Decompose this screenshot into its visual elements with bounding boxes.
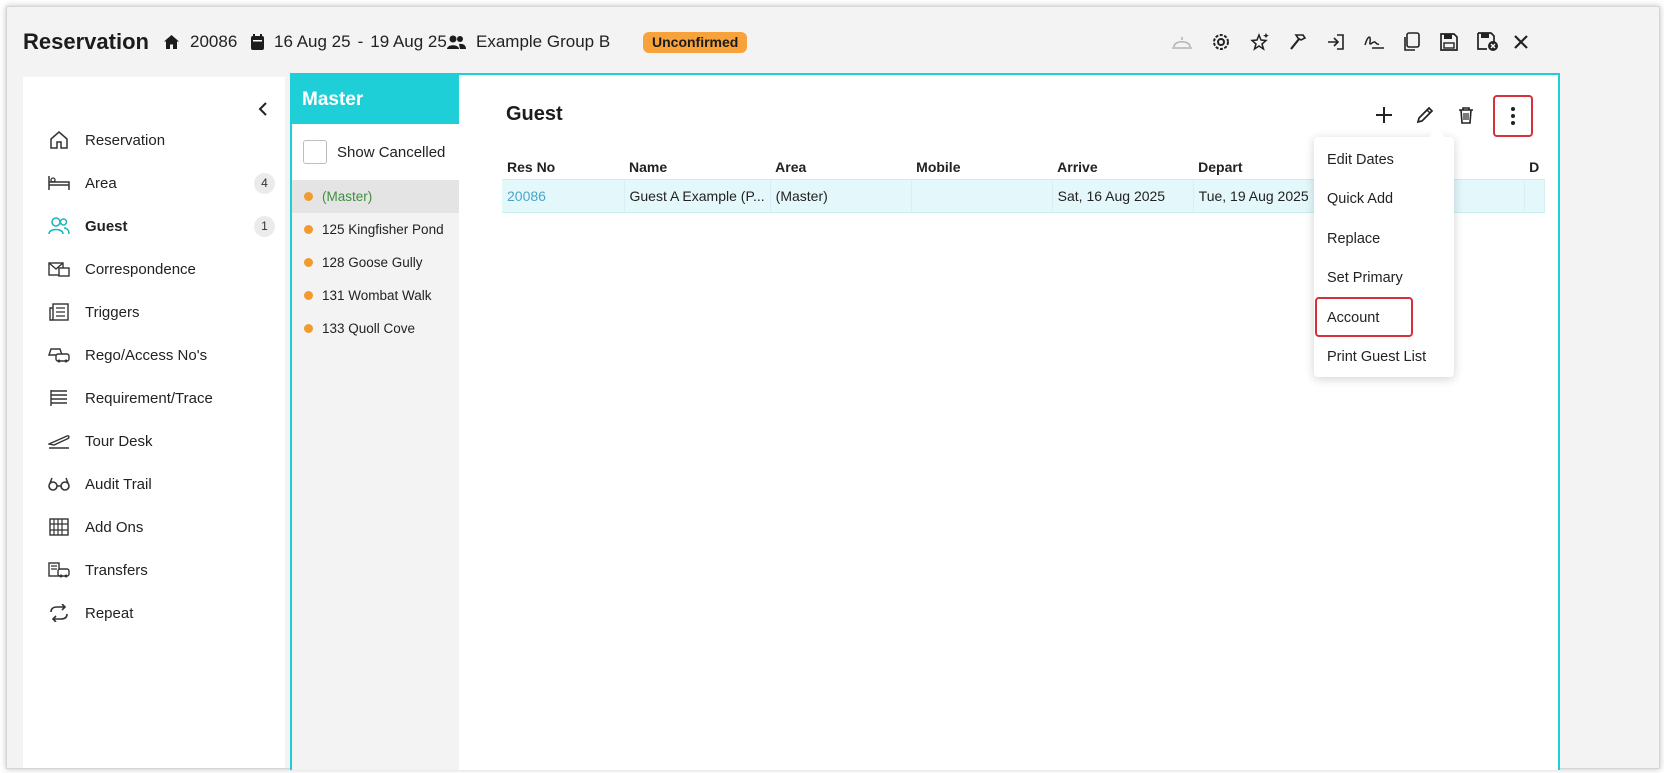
repeat-icon <box>47 602 71 624</box>
menu-item-quick-add[interactable]: Quick Add <box>1327 191 1393 207</box>
calendar-icon <box>251 34 264 50</box>
more-options-button[interactable] <box>1493 95 1533 137</box>
newspaper-icon <box>47 301 71 323</box>
sidebar: Reservation Area 4 Guest 1 Correspondenc… <box>23 77 285 768</box>
menu-item-print-guest-list[interactable]: Print Guest List <box>1327 349 1426 365</box>
hammer-icon[interactable] <box>1285 29 1311 55</box>
sidebar-item-guest[interactable]: Guest 1 <box>23 208 285 244</box>
master-list-item[interactable]: 131 Wombat Walk <box>292 279 459 312</box>
master-list-item[interactable]: 128 Goose Gully <box>292 246 459 279</box>
date-range: 16 Aug 25 - 19 Aug 25 <box>251 32 447 52</box>
plus-icon <box>1376 107 1392 123</box>
sidebar-item-reservation[interactable]: Reservation <box>23 122 285 158</box>
column-header[interactable]: D <box>1524 155 1544 180</box>
sidebar-item-correspondence[interactable]: Correspondence <box>23 251 285 287</box>
sidebar-item-audit-trail[interactable]: Audit Trail <box>23 466 285 502</box>
depart-cell: Tue, 19 Aug 2025 <box>1193 179 1335 213</box>
show-cancelled-label: Show Cancelled <box>337 143 446 161</box>
kebab-menu-icon <box>1511 107 1515 125</box>
signature-icon[interactable] <box>1361 29 1387 55</box>
sidebar-item-triggers[interactable]: Triggers <box>23 294 285 330</box>
bus-icon <box>47 559 71 581</box>
empty-cell <box>1524 179 1545 213</box>
sidebar-item-area[interactable]: Area 4 <box>23 165 285 201</box>
group-icon <box>447 35 466 49</box>
copy-icon[interactable] <box>1398 29 1424 55</box>
menu-item-account[interactable]: Account <box>1327 310 1379 326</box>
master-list-item[interactable]: 133 Quoll Cove <box>292 312 459 345</box>
list-icon <box>47 387 71 409</box>
page-title: Reservation <box>23 29 149 54</box>
bell-icon[interactable] <box>1169 29 1195 55</box>
column-header[interactable]: Arrive <box>1052 155 1193 180</box>
status-dot <box>304 258 313 267</box>
sidebar-item-transfers[interactable]: Transfers <box>23 552 285 588</box>
delete-guest-button[interactable] <box>1452 101 1480 129</box>
more-options-menu: Edit Dates Quick Add Replace Set Primary… <box>1314 129 1454 377</box>
pencil-icon <box>1416 106 1434 124</box>
trash-icon <box>1459 107 1473 124</box>
master-header: Master <box>292 75 459 124</box>
sidebar-item-rego[interactable]: Rego/Access No's <box>23 337 285 373</box>
status-dot <box>304 225 313 234</box>
car-icon <box>47 344 71 366</box>
save-close-icon[interactable] <box>1475 29 1501 55</box>
mail-icon <box>47 258 71 280</box>
mobile-cell <box>911 179 1053 213</box>
chevron-left-icon <box>258 102 267 116</box>
home-icon <box>47 129 71 151</box>
master-list-item[interactable]: (Master) <box>292 180 459 213</box>
header-bar: Reservation 20086 16 Aug 25 - 19 Aug 25 … <box>7 7 1659 77</box>
area-count-badge: 4 <box>254 172 275 194</box>
reservation-number: 20086 <box>163 32 237 52</box>
settings-icon[interactable] <box>1208 29 1234 55</box>
sidebar-item-repeat[interactable]: Repeat <box>23 595 285 631</box>
status-badge: Unconfirmed <box>643 32 748 53</box>
sidebar-item-requirement[interactable]: Requirement/Trace <box>23 380 285 416</box>
grid-icon <box>47 516 71 538</box>
column-header[interactable]: Area <box>770 155 911 180</box>
guest-title: Guest <box>506 103 563 125</box>
show-cancelled-toggle[interactable]: Show Cancelled <box>292 124 459 180</box>
sidebar-item-add-ons[interactable]: Add Ons <box>23 509 285 545</box>
edit-guest-button[interactable] <box>1411 101 1439 129</box>
collapse-sidebar-button[interactable] <box>253 99 273 119</box>
guest-count-badge: 1 <box>254 215 275 237</box>
menu-item-replace[interactable]: Replace <box>1327 231 1380 247</box>
sidebar-item-tour-desk[interactable]: Tour Desk <box>23 423 285 459</box>
master-column: Master Show Cancelled (Master) 125 Kingf… <box>292 75 459 770</box>
plane-icon <box>47 430 71 452</box>
res-no-link[interactable]: 20086 <box>502 179 625 213</box>
master-list-item[interactable]: 125 Kingfisher Pond <box>292 213 459 246</box>
column-header[interactable]: Depart <box>1193 155 1334 180</box>
guest-name-cell: Guest A Example (P... <box>624 179 771 213</box>
users-icon <box>47 215 71 237</box>
bed-icon <box>47 172 71 194</box>
home-icon <box>164 35 179 49</box>
column-header[interactable]: Mobile <box>911 155 1052 180</box>
save-icon[interactable] <box>1436 29 1462 55</box>
menu-item-edit-dates[interactable]: Edit Dates <box>1327 152 1394 168</box>
arrive-cell: Sat, 16 Aug 2025 <box>1052 179 1194 213</box>
menu-item-set-primary[interactable]: Set Primary <box>1327 270 1403 286</box>
show-cancelled-checkbox[interactable] <box>303 140 327 164</box>
status-dot <box>304 324 313 333</box>
column-header[interactable]: Name <box>624 155 770 180</box>
glasses-icon <box>47 473 71 495</box>
area-cell: (Master) <box>770 179 912 213</box>
stars-icon[interactable] <box>1247 29 1273 55</box>
group-name: Example Group B <box>447 32 610 52</box>
sign-in-icon[interactable] <box>1323 29 1349 55</box>
status-dot <box>304 192 313 201</box>
close-icon[interactable] <box>1508 29 1534 55</box>
status-dot <box>304 291 313 300</box>
column-header[interactable]: Res No <box>502 155 624 180</box>
reservation-window: Reservation 20086 16 Aug 25 - 19 Aug 25 … <box>6 6 1660 770</box>
add-guest-button[interactable] <box>1370 101 1398 129</box>
